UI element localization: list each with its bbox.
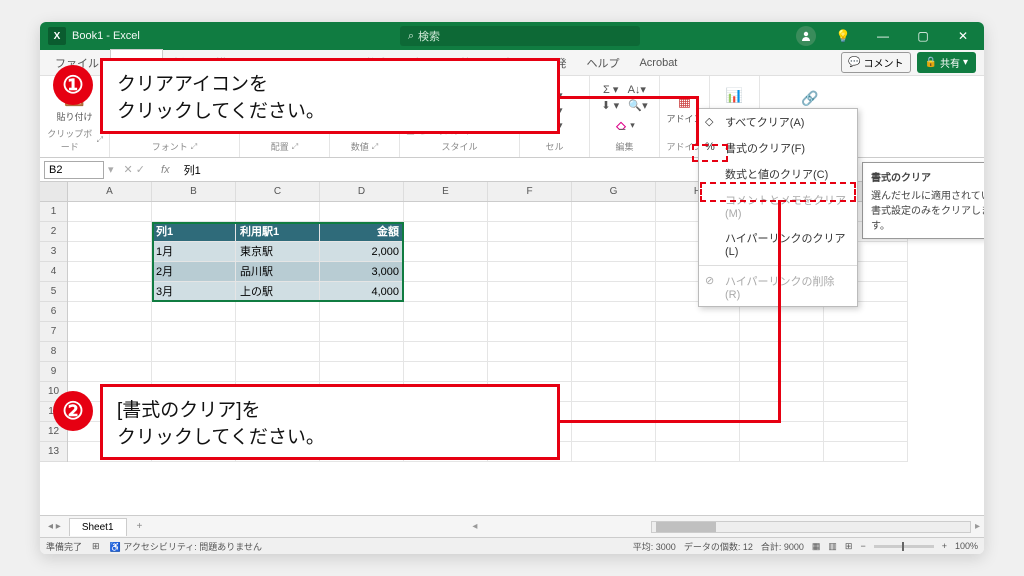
- callout-1: ① クリアアイコンを クリックしてください。: [100, 58, 560, 134]
- lightbulb-icon[interactable]: 💡: [830, 29, 856, 43]
- table-header[interactable]: 列1: [152, 222, 236, 242]
- zoom-percent[interactable]: 100%: [955, 541, 978, 551]
- zoom-in[interactable]: +: [942, 541, 947, 551]
- fill[interactable]: ⬇ ▾ 🔍▾: [601, 99, 647, 112]
- status-count: データの個数: 12: [684, 540, 753, 553]
- search-box[interactable]: ⌕ 検索: [400, 26, 640, 46]
- maximize-button[interactable]: ▢: [910, 29, 936, 43]
- user-avatar[interactable]: [796, 26, 816, 46]
- search-icon: ⌕: [408, 30, 414, 43]
- eraser-icon: ◇: [705, 115, 713, 128]
- table-header[interactable]: 利用駅1: [236, 222, 320, 242]
- close-button[interactable]: ✕: [950, 29, 976, 43]
- view-break-icon[interactable]: ⊞: [845, 541, 853, 552]
- tab-nav[interactable]: ◂ ▸: [40, 521, 69, 532]
- sheet-tabs: ◂ ▸ Sheet1 + ◂ ▸: [40, 515, 984, 537]
- menu-clear-contents[interactable]: 数式と値のクリア(C): [699, 161, 857, 187]
- tab-acrobat[interactable]: Acrobat: [630, 52, 686, 74]
- formula-value[interactable]: 列1: [180, 162, 201, 178]
- cell[interactable]: 1月: [152, 242, 236, 262]
- callout-2: ② [書式のクリア]を クリックしてください。: [100, 384, 560, 460]
- menu-clear-formats[interactable]: %書式のクリア(F): [699, 135, 857, 161]
- accessibility-status[interactable]: ♿ アクセシビリティ: 問題ありません: [110, 540, 262, 553]
- tooltip-title: 書式のクリア: [871, 169, 984, 184]
- cell[interactable]: 2月: [152, 262, 236, 282]
- row-header[interactable]: 9: [40, 362, 67, 382]
- zoom-slider[interactable]: [874, 545, 934, 548]
- analysis-icon: 📊: [726, 87, 743, 104]
- callout-number-2: ②: [53, 391, 93, 431]
- col-header[interactable]: A: [68, 182, 152, 201]
- table-header[interactable]: 金額: [320, 222, 404, 242]
- cell[interactable]: 3月: [152, 282, 236, 302]
- col-header[interactable]: F: [488, 182, 572, 201]
- cell[interactable]: 4,000: [320, 282, 404, 302]
- cell[interactable]: 2,000: [320, 242, 404, 262]
- row-header[interactable]: 2: [40, 222, 67, 242]
- clear-button[interactable]: ▾: [610, 115, 639, 135]
- window-title: Book1 - Excel: [72, 30, 140, 42]
- menu-clear-all[interactable]: ◇すべてクリア(A): [699, 109, 857, 135]
- cell[interactable]: 東京駅: [236, 242, 320, 262]
- status-avg: 平均: 3000: [633, 540, 676, 553]
- row-header[interactable]: 4: [40, 262, 67, 282]
- rec-icon: ⊞: [92, 541, 100, 552]
- share-icon: 🔒: [925, 57, 937, 68]
- row-header[interactable]: 7: [40, 322, 67, 342]
- titlebar: X Book1 - Excel ⌕ 検索 💡 — ▢ ✕: [40, 22, 984, 50]
- link-remove-icon: ⊘: [705, 274, 714, 287]
- tab-help[interactable]: ヘルプ: [577, 50, 628, 76]
- minimize-button[interactable]: —: [870, 29, 896, 43]
- row-header[interactable]: 13: [40, 442, 67, 462]
- comment-icon: 💬: [848, 57, 860, 68]
- select-all-corner[interactable]: [40, 182, 68, 201]
- zoom-out[interactable]: −: [860, 541, 865, 551]
- callout-2-text: [書式のクリア]を クリックしてください。: [117, 395, 325, 449]
- autosum[interactable]: Σ ▾ A↓▾: [603, 83, 646, 96]
- status-bar: 準備完了 ⊞ ♿ アクセシビリティ: 問題ありません 平均: 3000 データの…: [40, 537, 984, 554]
- row-header[interactable]: 5: [40, 282, 67, 302]
- row-header[interactable]: 6: [40, 302, 67, 322]
- hscrollbar[interactable]: [651, 521, 971, 533]
- tooltip: 書式のクリア 選んだセルに適用されている書式設定のみをクリアします。: [862, 162, 984, 239]
- row-header[interactable]: 1: [40, 202, 67, 222]
- app-icon: X: [48, 27, 66, 45]
- callout-1-text: クリアアイコンを クリックしてください。: [117, 69, 325, 123]
- pdf-icon: 🔗: [801, 90, 818, 107]
- percent-icon: %: [705, 141, 715, 153]
- status-sum: 合計: 9000: [761, 540, 804, 553]
- share-button[interactable]: 🔒共有▾: [917, 52, 976, 73]
- tooltip-body: 選んだセルに適用されている書式設定のみをクリアします。: [871, 187, 984, 232]
- col-header[interactable]: C: [236, 182, 320, 201]
- col-header[interactable]: E: [404, 182, 488, 201]
- col-header[interactable]: D: [320, 182, 404, 201]
- col-header[interactable]: B: [152, 182, 236, 201]
- comment-button[interactable]: 💬コメント: [841, 52, 910, 73]
- cell[interactable]: 3,000: [320, 262, 404, 282]
- row-header[interactable]: 8: [40, 342, 67, 362]
- name-box[interactable]: B2: [44, 161, 104, 179]
- col-header[interactable]: G: [572, 182, 656, 201]
- callout-number-1: ①: [53, 65, 93, 105]
- cell[interactable]: 品川駅: [236, 262, 320, 282]
- view-normal-icon[interactable]: ▦: [812, 541, 821, 552]
- new-sheet-button[interactable]: +: [127, 521, 153, 532]
- status-ready: 準備完了: [46, 540, 82, 553]
- view-layout-icon[interactable]: ▥: [828, 541, 837, 552]
- cell[interactable]: 上の駅: [236, 282, 320, 302]
- fx-icon[interactable]: fx: [151, 164, 180, 176]
- sheet-tab[interactable]: Sheet1: [69, 518, 127, 536]
- search-placeholder: 検索: [418, 28, 440, 44]
- row-header[interactable]: 3: [40, 242, 67, 262]
